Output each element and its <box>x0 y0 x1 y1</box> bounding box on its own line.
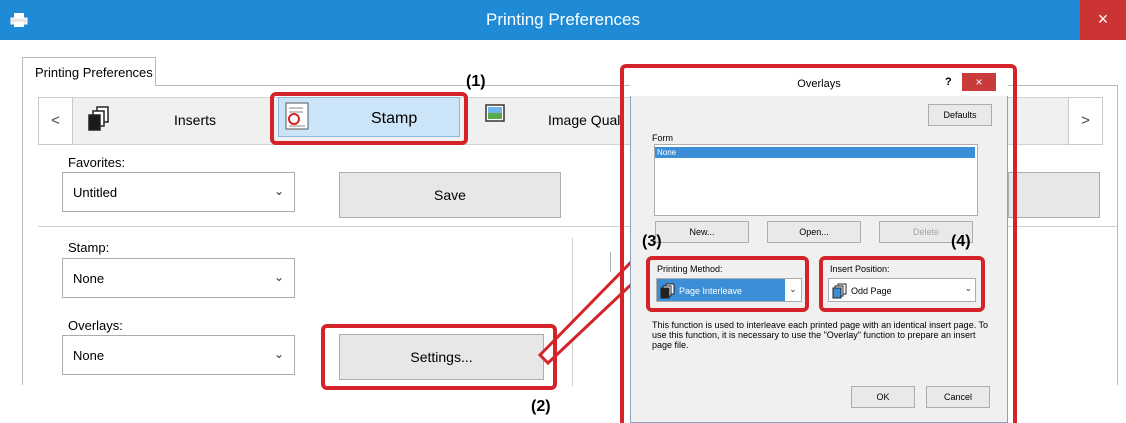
callout-number-3: (3) <box>642 233 662 250</box>
callout-number-4: (4) <box>951 233 971 250</box>
callout-number-1: (1) <box>466 73 486 90</box>
callout-box-3 <box>646 256 809 312</box>
callout-box-2 <box>321 324 557 390</box>
callout-box-4 <box>819 256 985 312</box>
callout-box-1 <box>270 92 468 145</box>
callout-number-2: (2) <box>531 398 551 415</box>
